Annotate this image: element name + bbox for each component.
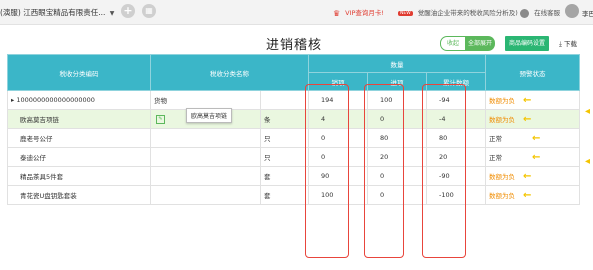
company-prefix: (演服) (0, 8, 21, 17)
news-label: 觉醒油企业带来的税收风险分析及) (417, 9, 518, 17)
row-purchase: 0 (367, 166, 427, 186)
table-row[interactable]: 鹿老号公仔 只 0 80 80 正常 ← (7, 128, 581, 148)
table-row[interactable]: 青花瓷U盘钥匙套装 套 100 0 -100 数额为负 ← (7, 185, 581, 205)
row-status-cell: 正常 ← (485, 147, 581, 167)
row-status: 数额为负 (489, 96, 516, 105)
row-sales: 100 (308, 185, 368, 205)
audit-table: 税收分类编码 税收分类名称 数量 预警状态 销项 进项 累计数额 ▸ 10000… (7, 54, 581, 205)
row-status-cell: 数额为负 ← (485, 109, 581, 129)
row-cumulative: -94 (425, 90, 487, 110)
vip-label: VIP查询月卡! (345, 9, 384, 17)
row-purchase: 80 (367, 128, 427, 148)
row-sales: 90 (308, 166, 368, 186)
warning-arrow-icon: ← (523, 170, 532, 182)
row-purchase: 0 (367, 185, 427, 205)
row-status-cell: 数额为负 ← (485, 185, 581, 205)
service-label: 在线客服 (534, 9, 561, 17)
row-code[interactable]: 泰迪公仔 (7, 147, 151, 167)
row-purchase: 20 (367, 147, 427, 167)
header-name: 税收分类名称 (150, 54, 309, 91)
row-sales: 194 (308, 90, 368, 110)
chevron-down-icon: ▼ (109, 10, 115, 17)
vip-link[interactable]: ♛ VIP查询月卡! (333, 7, 384, 18)
row-status-cell: 正常 ← (485, 128, 581, 148)
table-row[interactable]: 欧高莫吉项链 ✎ 条 4 0 -4 数额为负 ← (7, 109, 581, 129)
crown-icon: ♛ (333, 8, 341, 18)
row-status-cell: 数额为负 ← (485, 90, 581, 110)
row-cumulative: -4 (425, 109, 487, 129)
download-button[interactable]: ⤓ 下载 (559, 38, 577, 49)
edit-icon[interactable]: ✎ (156, 114, 165, 124)
table-row[interactable]: 精品茶具5件套 套 90 0 -90 数额为负 ← (7, 166, 581, 186)
table-row[interactable]: 泰迪公仔 只 0 20 20 正常 ← (7, 147, 581, 167)
page-title: 进销稽核 (266, 38, 323, 53)
row-name (150, 166, 261, 186)
expand-all-button[interactable]: 全部展开 (465, 36, 495, 51)
row-code[interactable]: 鹿老号公仔 (7, 128, 151, 148)
row-purchase: 100 (367, 90, 427, 110)
row-unit: 条 (260, 109, 309, 129)
add-button[interactable]: + (121, 4, 135, 18)
row-status: 正常 (489, 134, 503, 143)
online-service-link[interactable]: 在线客服 (520, 7, 560, 18)
headset-icon (520, 8, 529, 18)
row-sales: 0 (308, 128, 368, 148)
row-unit: 套 (260, 185, 309, 205)
row-name: 货物 (150, 90, 261, 110)
download-label: 下载 (563, 40, 577, 48)
warning-arrow-icon: ← (523, 94, 532, 106)
row-cumulative: 20 (425, 147, 487, 167)
apps-grid-icon[interactable]: ▦ (142, 4, 156, 18)
row-code[interactable]: 青花瓷U盘钥匙套装 (7, 185, 151, 205)
download-icon: ⤓ (559, 40, 562, 48)
table-row[interactable]: ▸ 1000000000000000000 货物 194 100 -94 数额为… (7, 90, 581, 110)
header-sales: 销项 (308, 72, 368, 91)
warning-arrow-icon: ← (523, 189, 532, 201)
tooltip: 欧高莫吉项链 (186, 108, 233, 123)
row-cumulative: -100 (425, 185, 487, 205)
row-unit: 只 (260, 128, 309, 148)
row-status: 正常 (489, 153, 503, 162)
row-status: 数额为负 (489, 191, 516, 200)
header-purchase: 进项 (367, 72, 427, 91)
username[interactable]: 李巴 (582, 8, 593, 18)
row-cumulative: 80 (425, 128, 487, 148)
avatar[interactable] (565, 4, 579, 18)
row-unit (260, 90, 309, 110)
row-status: 数额为负 (489, 172, 516, 181)
side-arrow-icon: ◂ (585, 156, 591, 167)
row-sales: 4 (308, 109, 368, 129)
row-unit: 套 (260, 166, 309, 186)
row-unit: 只 (260, 147, 309, 167)
row-name (150, 128, 261, 148)
news-link[interactable]: NEW 觉醒油企业带来的税收风险分析及) (398, 7, 518, 17)
company-selector[interactable]: (演服) 江西眼宝精品有限责任... ▼ (0, 7, 114, 18)
new-badge: NEW (398, 10, 413, 16)
row-name (150, 185, 261, 205)
warning-arrow-icon: ← (532, 151, 541, 163)
header-code: 税收分类编码 (7, 54, 151, 91)
header-warning: 预警状态 (485, 54, 581, 91)
top-bar: (演服) 江西眼宝精品有限责任... ▼ + ▦ ♛ VIP查询月卡! NEW … (0, 0, 593, 25)
row-code[interactable]: 精品茶具5件套 (7, 166, 151, 186)
warning-arrow-icon: ← (532, 132, 541, 144)
row-name (150, 147, 261, 167)
row-cumulative: -90 (425, 166, 487, 186)
row-code-cell[interactable]: 欧高莫吉项链 (7, 109, 151, 129)
row-code[interactable]: ▸ 1000000000000000000 (7, 90, 151, 110)
row-status-cell: 数额为负 ← (485, 166, 581, 186)
row-sales: 0 (308, 147, 368, 167)
warning-arrow-icon: ← (523, 113, 532, 125)
header-quantity: 数量 (307, 54, 487, 73)
side-arrow-icon: ◂ (585, 106, 591, 117)
row-purchase: 0 (367, 109, 427, 129)
collapse-button[interactable]: 收起 (440, 36, 466, 51)
company-name: 江西眼宝精品有限责任... (23, 8, 106, 17)
header-cumulative: 累计数额 (425, 72, 487, 91)
product-code-settings-button[interactable]: 商品编码设置 (505, 36, 549, 51)
row-code: 欧高莫吉项链 (20, 116, 59, 124)
row-status: 数额为负 (489, 115, 516, 124)
